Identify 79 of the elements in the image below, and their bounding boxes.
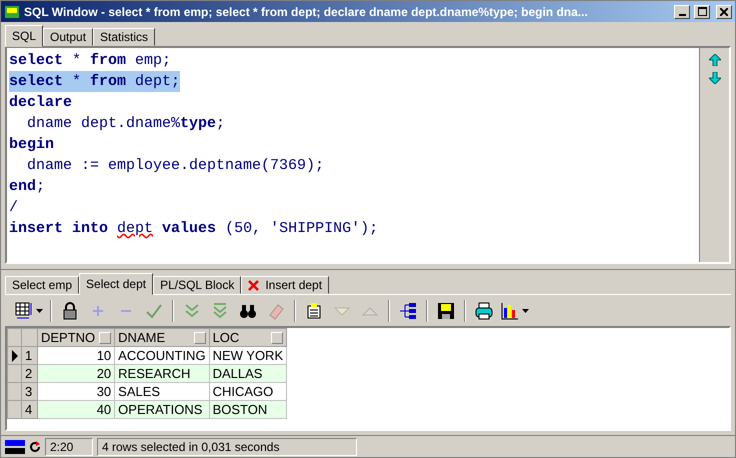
connection-icon <box>5 438 25 454</box>
check-icon <box>145 302 163 320</box>
code-keyword: from <box>90 51 126 71</box>
code-text: ; <box>216 114 226 134</box>
minimize-button[interactable] <box>674 4 690 18</box>
table-cell: 20 <box>38 364 115 382</box>
code-text: * <box>71 51 82 71</box>
minimize-icon <box>678 14 686 16</box>
table-cell: NEW YORK <box>209 346 287 364</box>
close-icon <box>248 280 260 290</box>
bar-chart-icon <box>501 302 519 320</box>
code-keyword: type <box>180 114 216 134</box>
column-button[interactable] <box>271 332 284 344</box>
tab[interactable]: PL/SQL Block <box>153 276 242 294</box>
tab[interactable]: Statistics <box>93 28 156 46</box>
lock-icon <box>61 302 79 320</box>
table-cell: RESEARCH <box>114 364 210 382</box>
tree-icon <box>399 302 417 320</box>
maximize-icon <box>698 7 706 16</box>
refresh-icon <box>29 440 41 452</box>
code-editor[interactable]: select * from emp; select * from dept; declare dname dept.dname%type; begin dname := employee.deptname(7369); end; / insert into dept values (50, 'SHIPPING'); <box>7 48 699 262</box>
column-title: DEPTNO <box>41 330 96 345</box>
code-keyword: insert <box>9 219 64 239</box>
tab[interactable]: SQL <box>5 25 44 47</box>
tab[interactable]: Insert dept <box>241 276 330 294</box>
column-button[interactable] <box>99 332 112 344</box>
header-cell <box>22 328 38 346</box>
column-header[interactable]: DNAME <box>114 328 210 346</box>
code-keyword: declare <box>9 93 72 113</box>
grid-icon <box>15 302 33 320</box>
table-cell: ACCOUNTING <box>114 346 210 364</box>
column-button[interactable] <box>194 332 206 344</box>
table-cell: DALLAS <box>209 364 287 382</box>
table-cell: SALES <box>114 382 210 400</box>
code-keyword: into <box>71 219 110 239</box>
status-message: 4 rows selected in 0,031 seconds <box>97 438 357 456</box>
code-keyword: values <box>161 219 216 239</box>
table-cell: OPERATIONS <box>114 400 210 418</box>
tab[interactable]: Output <box>43 28 94 46</box>
tab[interactable]: Select dept <box>79 273 154 295</box>
code-text: * <box>63 71 90 92</box>
table-cell: 10 <box>38 346 115 364</box>
code-keyword: end <box>9 177 36 197</box>
table-cell: BOSTON <box>209 400 287 418</box>
table-cell: 30 <box>38 382 115 400</box>
column-title: LOC <box>212 330 240 345</box>
tab[interactable]: Select emp <box>5 276 80 294</box>
code-text: dept <box>117 219 154 239</box>
table-cell: CHICAGO <box>209 382 287 400</box>
column-title: DNAME <box>118 330 166 345</box>
printer-icon <box>475 302 493 320</box>
chevron-down-bar-icon <box>211 302 229 320</box>
code-text: / <box>9 198 18 218</box>
code-text: emp; <box>134 51 172 71</box>
code-keyword: begin <box>9 135 54 155</box>
window-title: SQL Window - select * from emp; select * from dept; declare dname dept.dname%type; begin dna... <box>24 4 589 18</box>
close-button[interactable] <box>716 4 732 18</box>
code-keyword: select <box>9 71 64 92</box>
code-keyword: select <box>9 51 64 71</box>
table-cell: 40 <box>38 400 115 418</box>
app-icon <box>4 4 20 20</box>
code-text: (50, 'SHIPPING'); <box>224 219 378 239</box>
double-chevron-down-icon <box>183 302 201 320</box>
code-text: dname dept.dname% <box>26 114 180 134</box>
column-header[interactable]: DEPTNO <box>38 328 115 346</box>
eraser-icon <box>267 302 285 320</box>
code-text: dept; <box>126 71 180 92</box>
code-text: dname := employee.deptname(7369); <box>26 156 324 176</box>
code-text: ; <box>36 177 46 197</box>
minus-icon <box>121 310 131 312</box>
close-icon <box>720 8 728 16</box>
document-icon <box>305 302 323 320</box>
arrow-down-icon[interactable] <box>708 72 720 84</box>
maximize-button[interactable] <box>694 4 710 18</box>
cursor-position: 2:20 <box>45 438 93 456</box>
current-row-icon <box>10 350 18 362</box>
code-keyword: from <box>90 71 126 92</box>
arrow-up-icon[interactable] <box>708 54 720 66</box>
column-header[interactable]: LOC <box>209 328 287 346</box>
